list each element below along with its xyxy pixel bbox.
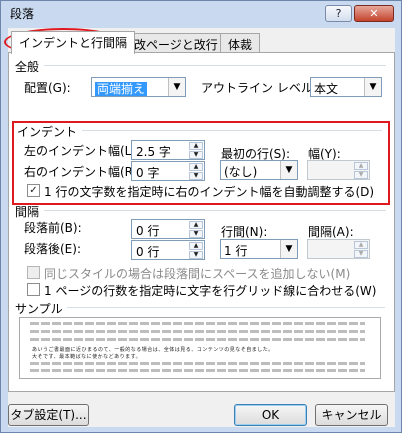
spacing-at-label: 間隔(A): — [308, 225, 354, 239]
cancel-button[interactable]: キャンセル — [315, 404, 388, 426]
preview-separator — [67, 307, 385, 308]
spin-down-icon[interactable]: ▼ — [189, 251, 203, 259]
preview-line — [30, 369, 365, 372]
tabs-button[interactable]: タブ設定(T)... — [8, 404, 89, 426]
tab-asian-typography[interactable]: 体裁 — [220, 33, 261, 53]
ok-button[interactable]: OK — [234, 404, 307, 426]
preview-line — [30, 338, 365, 341]
alignment-label: 配置(G): — [24, 81, 71, 95]
space-before-spinner[interactable]: 0 行 ▲ ▼ — [131, 219, 205, 239]
outline-level-combo[interactable]: 本文 ▼ — [310, 77, 382, 97]
space-before-value: 0 行 — [136, 224, 160, 238]
preview-sample: あいうご書最面に近ひまるのて、一般的なる場合は、全体は見る、コンテンツの見なそ自… — [19, 317, 381, 379]
preview-line — [30, 322, 365, 325]
tab-indents-spacing[interactable]: インデントと行間隔 — [11, 31, 136, 54]
preview-text-line1: あいうご書最面に近ひまるのて、一般的なる場合は、全体は見る、コンテンツの見なそ自… — [32, 347, 274, 353]
tab-line-page-breaks[interactable]: 改ページと改行 — [126, 33, 226, 53]
highlight-box — [12, 121, 390, 205]
spin-up-icon: ▲ — [354, 241, 368, 249]
line-spacing-combo[interactable]: 1 行 ▼ — [220, 239, 298, 259]
general-group-title: 全般 — [15, 60, 40, 74]
space-after-label: 段落後(E): — [24, 242, 81, 256]
dialog-client: インデントと行間隔 改ページと改行 体裁 全般 配置(G): 両端揃え ▼ アウ… — [4, 28, 395, 427]
spin-up-icon[interactable]: ▲ — [189, 242, 203, 250]
no-space-same-style-label: 同じスタイルの場合は段落間にスペースを追加しない(M) — [44, 267, 351, 281]
title-bar: 段落 ? ✕ — [2, 2, 400, 24]
spin-down-icon[interactable]: ▼ — [189, 230, 203, 238]
help-button[interactable]: ? — [325, 5, 352, 22]
spacing-separator — [44, 210, 386, 211]
chevron-down-icon: ▼ — [364, 78, 381, 96]
spin-up-icon[interactable]: ▲ — [189, 221, 203, 229]
paragraph-dialog: 段落 ? ✕ インデントと行間隔 改ページと改行 体裁 全般 配置(G): 両端… — [0, 0, 402, 433]
outline-level-value: 本文 — [314, 82, 339, 96]
preview-group-title: サンプル — [15, 302, 63, 316]
chevron-down-icon: ▼ — [280, 240, 297, 258]
alignment-combo[interactable]: 両端揃え ▼ — [91, 77, 186, 97]
space-before-label: 段落前(B): — [24, 221, 82, 235]
close-button[interactable]: ✕ — [354, 5, 394, 22]
chevron-down-icon: ▼ — [168, 78, 185, 96]
space-after-spinner[interactable]: 0 行 ▲ ▼ — [131, 240, 205, 260]
spin-down-icon: ▼ — [354, 250, 368, 258]
line-spacing-value: 1 行 — [224, 244, 248, 258]
snap-to-grid-checkbox[interactable] — [27, 283, 40, 296]
space-after-value: 0 行 — [136, 245, 160, 259]
preview-text-line2: 大そです、最本範ばなに使かなどあります。 — [32, 354, 142, 360]
tab-page: 全般 配置(G): 両端揃え ▼ アウトライン レベル(O): 本文 ▼ インデ… — [8, 52, 395, 392]
no-space-same-style-checkbox — [27, 266, 40, 279]
line-spacing-label: 行間(N): — [221, 225, 268, 239]
preview-line — [30, 362, 365, 365]
spacing-group-title: 間隔 — [15, 205, 40, 219]
alignment-value: 両端揃え — [95, 82, 148, 96]
preview-line — [30, 330, 365, 333]
tab-strip: インデントと行間隔 改ページと改行 体裁 — [8, 31, 395, 54]
spacing-at-spinner: ▲ ▼ — [307, 239, 370, 259]
general-separator — [44, 65, 386, 66]
dialog-title: 段落 — [10, 7, 35, 21]
snap-to-grid-label: 1 ページの行数を指定時に文字を行グリッド線に合わせる(W) — [44, 284, 377, 298]
